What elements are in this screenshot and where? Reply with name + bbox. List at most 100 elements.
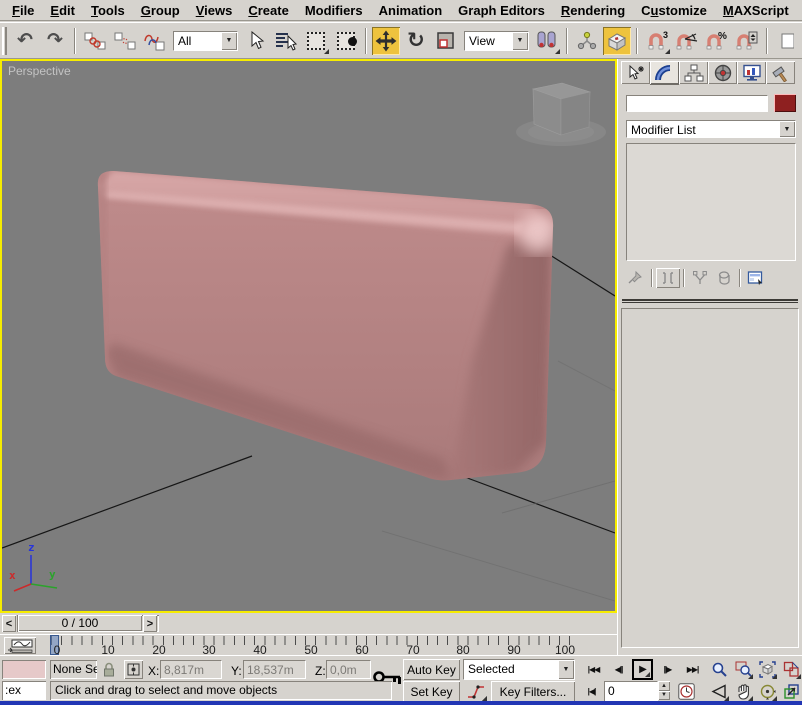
viewport-perspective[interactable]: Perspective z x y	[0, 59, 617, 613]
auto-key-button[interactable]: Auto Key	[403, 659, 460, 680]
menu-animation[interactable]: Animation	[371, 1, 451, 20]
zoom-all-button[interactable]	[733, 659, 754, 680]
field-of-view-button[interactable]	[709, 681, 730, 702]
tab-hierarchy[interactable]	[679, 61, 708, 84]
viewcube[interactable]	[516, 82, 606, 146]
menu-help[interactable]: Help	[797, 1, 802, 20]
scene-object-box[interactable]	[92, 166, 562, 486]
select-and-manipulate-button[interactable]	[573, 27, 601, 55]
unlink-selection-button[interactable]	[111, 27, 139, 55]
pan-view-button[interactable]	[733, 681, 754, 702]
object-color-swatch[interactable]	[774, 94, 796, 112]
chevron-down-icon[interactable]: ▼	[220, 31, 237, 50]
selection-lock-toggle[interactable]	[101, 661, 117, 681]
spinner-up-icon[interactable]: ▲	[658, 681, 670, 691]
select-object-button[interactable]	[242, 27, 270, 55]
modifier-list-dropdown[interactable]: Modifier List ▼	[626, 120, 796, 138]
zoom-extents-button[interactable]	[757, 659, 778, 680]
menu-edit[interactable]: Edit	[42, 1, 83, 20]
menu-tools[interactable]: Tools	[83, 1, 133, 20]
go-to-start-button[interactable]: |◀◀	[583, 659, 604, 680]
spinner-down-icon[interactable]: ▼	[658, 690, 670, 700]
modifier-stack-list[interactable]	[626, 143, 796, 261]
macro-recorder-pane[interactable]	[2, 660, 46, 679]
rectangular-selection-region-button[interactable]	[302, 27, 330, 55]
spinner-snap-toggle-button[interactable]	[733, 27, 761, 55]
keyboard-shortcut-override-toggle[interactable]	[602, 26, 631, 55]
set-key-button[interactable]: Set Key	[403, 681, 460, 702]
menu-group[interactable]: Group	[133, 1, 188, 20]
use-pivot-point-center-button[interactable]	[533, 27, 561, 55]
time-slider-next-button[interactable]: >	[143, 615, 157, 632]
stack-toolbar-separator	[683, 269, 685, 287]
angle-snap-toggle-button[interactable]	[673, 27, 701, 55]
play-animation-button[interactable]: ▶	[632, 659, 653, 680]
key-filters-button[interactable]: Key Filters...	[491, 681, 575, 702]
arc-rotate-button[interactable]	[757, 681, 778, 702]
menu-graph-editors[interactable]: Graph Editors	[450, 1, 553, 20]
zoom-button[interactable]	[709, 659, 730, 680]
open-mini-curve-editor-button[interactable]	[4, 637, 36, 654]
chevron-down-icon[interactable]: ▼	[558, 660, 574, 679]
select-and-rotate-button[interactable]: ↻	[402, 27, 430, 55]
bind-to-space-warp-button[interactable]	[141, 27, 169, 55]
modify-icon	[654, 64, 670, 80]
maxscript-mini-listener[interactable]: :ex	[2, 681, 46, 700]
select-and-scale-button[interactable]	[432, 27, 460, 55]
absolute-offset-mode-toggle[interactable]	[124, 660, 143, 679]
key-mode-combo[interactable]: Selected ▼	[463, 659, 575, 680]
go-to-end-button[interactable]: ▶▶|	[682, 659, 703, 680]
next-frame-button[interactable]: ||▶	[657, 659, 678, 680]
tab-display[interactable]	[737, 61, 766, 84]
key-mode-toggle-button[interactable]: |◀|	[583, 681, 600, 702]
tab-modify[interactable]	[650, 61, 679, 84]
zoom-extents-all-button[interactable]	[781, 659, 802, 680]
x-coordinate-value: 8,817m	[164, 663, 205, 677]
frame-spinner[interactable]: ▲ ▼	[658, 681, 670, 700]
undo-button[interactable]: ↶	[11, 27, 39, 55]
menu-rendering[interactable]: Rendering	[553, 1, 633, 20]
tab-motion[interactable]	[708, 61, 737, 84]
menu-views[interactable]: Views	[188, 1, 241, 20]
show-end-result-toggle[interactable]	[656, 268, 680, 288]
redo-button[interactable]: ↷	[41, 27, 69, 55]
window-crossing-toggle[interactable]	[332, 27, 360, 55]
y-coordinate-field[interactable]: 18,537m	[243, 660, 306, 679]
make-unique-button[interactable]	[688, 268, 712, 288]
chevron-down-icon[interactable]: ▼	[779, 121, 795, 137]
menu-customize[interactable]: Customize	[633, 1, 715, 20]
mini-curve-icon	[8, 639, 33, 653]
previous-frame-button[interactable]: ◀||	[608, 659, 629, 680]
chevron-down-icon[interactable]: ▼	[511, 31, 528, 50]
track-bar[interactable]: 0 10 20 30 40 50 60 70 80 90 100	[0, 634, 617, 657]
tab-create[interactable]	[621, 61, 650, 84]
configure-modifier-sets-button[interactable]	[744, 268, 768, 288]
maximize-viewport-toggle[interactable]	[781, 681, 802, 702]
select-and-move-button[interactable]	[371, 26, 400, 55]
percent-snap-toggle-button[interactable]: %	[703, 27, 731, 55]
time-slider-prev-button[interactable]: <	[2, 615, 16, 632]
default-tangent-button[interactable]	[463, 681, 488, 702]
x-coordinate-field[interactable]: 8,817m	[160, 660, 222, 679]
select-by-name-button[interactable]	[272, 27, 300, 55]
menu-file[interactable]: File	[4, 1, 42, 20]
pin-stack-button[interactable]	[624, 268, 648, 288]
selection-filter-combo[interactable]: All ▼	[172, 30, 238, 51]
time-configuration-button[interactable]	[676, 681, 697, 702]
coord-system-value: View	[468, 33, 495, 48]
reference-coordinate-system-combo[interactable]: View ▼	[463, 30, 529, 51]
select-and-link-button[interactable]	[81, 27, 109, 55]
time-slider-handle[interactable]: 0 / 100	[18, 615, 142, 631]
snaps-toggle-button[interactable]: 3	[643, 27, 671, 55]
object-name-field[interactable]	[626, 95, 768, 112]
menu-label: Modifiers	[304, 2, 363, 18]
edit-named-selections-button[interactable]	[773, 27, 801, 55]
menu-create[interactable]: Create	[240, 1, 296, 20]
menu-modifiers[interactable]: Modifiers	[297, 1, 371, 20]
tab-utilities[interactable]	[766, 61, 795, 84]
z-coordinate-field[interactable]: 0,0m	[326, 660, 371, 679]
menu-maxscript[interactable]: MAXScript	[715, 1, 797, 20]
current-frame-field[interactable]: 0 ▲ ▼	[604, 681, 670, 702]
toolbar-grip[interactable]	[2, 26, 7, 55]
remove-modifier-button[interactable]	[712, 268, 736, 288]
